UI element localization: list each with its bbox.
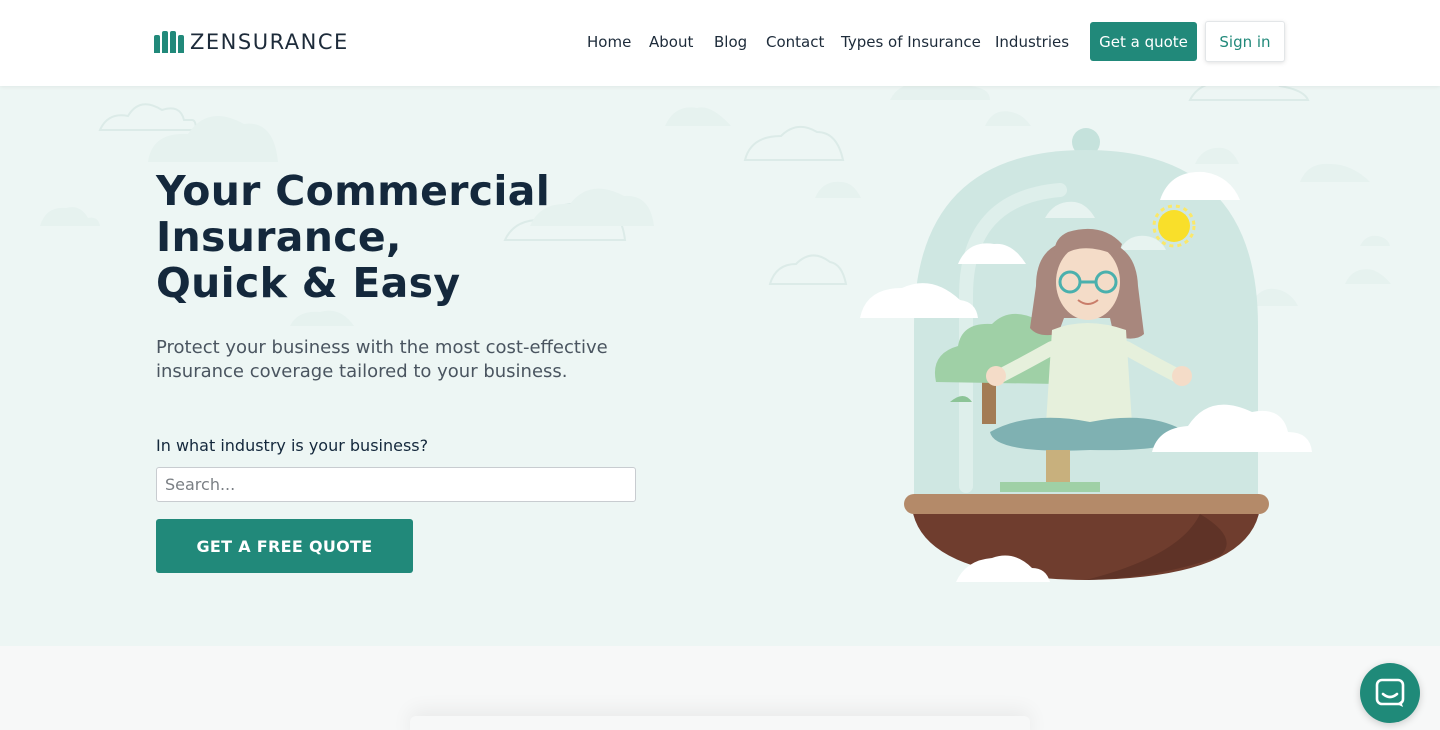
content-card-edge [410, 716, 1030, 730]
logo[interactable]: ZENSURANCE [154, 30, 349, 54]
chat-button[interactable] [1360, 663, 1420, 723]
nav-industries[interactable]: Industries [995, 33, 1069, 51]
nav-home[interactable]: Home [587, 33, 631, 51]
hero-section: Your Commercial Insurance, Quick & Easy … [0, 86, 1440, 646]
nav-contact[interactable]: Contact [766, 33, 824, 51]
logo-text: ZENSURANCE [190, 30, 349, 54]
nav-about[interactable]: About [649, 33, 693, 51]
chat-icon [1375, 678, 1405, 707]
nav-blog[interactable]: Blog [714, 33, 747, 51]
meditation-dome-illustration [860, 128, 1312, 582]
site-header: ZENSURANCE Home About Blog Contact Types… [0, 0, 1440, 86]
zensurance-logo-icon [154, 31, 184, 53]
lower-section [0, 646, 1440, 730]
sign-in-button[interactable]: Sign in [1205, 21, 1285, 62]
get-a-quote-button[interactable]: Get a quote [1090, 22, 1197, 61]
nav-types-of-insurance[interactable]: Types of Insurance [841, 33, 981, 51]
